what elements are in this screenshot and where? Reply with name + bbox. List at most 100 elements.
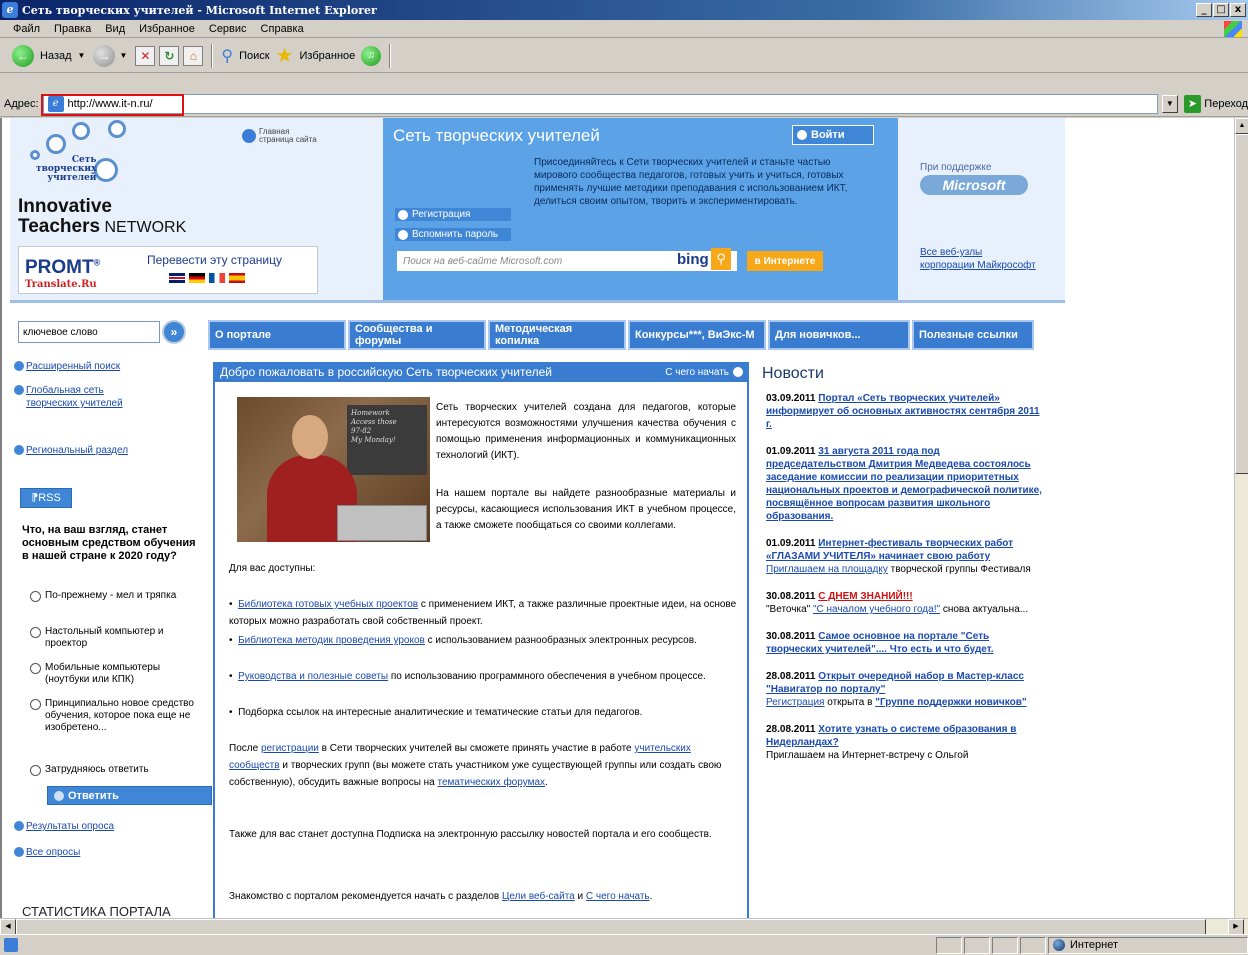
horizontal-scrollbar[interactable]: ◀ ▶ [0, 918, 1248, 935]
translate-page-link[interactable]: Перевести эту страницу [147, 253, 282, 267]
global-network-link[interactable]: Глобальная сеть творческих учителей [14, 384, 123, 410]
security-zone[interactable]: Интернет [1048, 936, 1248, 954]
favorites-star-icon[interactable]: ★ [276, 43, 294, 68]
uk-flag-icon[interactable] [169, 273, 185, 283]
guides-link[interactable]: Руководства и полезные советы [238, 671, 388, 682]
radio-button[interactable] [30, 627, 41, 638]
start-arrow-icon [733, 367, 743, 377]
german-flag-icon[interactable] [189, 273, 205, 283]
all-microsoft-sites-link[interactable]: Все веб-узлы корпорации Майкрософт [920, 246, 1036, 272]
menu-file[interactable]: Файл [6, 23, 47, 35]
news-link[interactable]: С ДНЕМ ЗНАНИЙ!!! [818, 591, 912, 602]
microsoft-logo[interactable]: Microsoft [920, 175, 1028, 195]
windows-flag-icon [1224, 20, 1242, 37]
search-label[interactable]: Поиск [239, 50, 269, 62]
address-input[interactable]: e http://www.it-n.ru/ [40, 93, 1158, 116]
advanced-search-link[interactable]: Расширенный поиск [14, 360, 121, 373]
rss-button[interactable]: ⁋RSS [20, 488, 72, 508]
poll-option[interactable]: Настольный компьютер и проектор [30, 626, 195, 650]
poll-option[interactable]: Принципиально новое средство обучения, к… [30, 698, 195, 734]
projects-library-link[interactable]: Библиотека готовых учебных проектов [238, 599, 418, 610]
poll-results-link[interactable]: Результаты опроса [14, 820, 114, 833]
recommend-text: и [574, 891, 586, 902]
menu-edit[interactable]: Правка [47, 23, 98, 35]
search-go-icon[interactable]: » [162, 320, 186, 344]
page-viewport: Сеть творческих учителей Innovative Teac… [0, 118, 1234, 918]
nav-tab-methods[interactable]: Методическая копилка [488, 320, 626, 350]
stop-icon[interactable]: ✕ [135, 45, 156, 66]
forgot-password-link[interactable]: Вспомнить пароль [395, 228, 511, 241]
radio-button[interactable] [30, 699, 41, 710]
menu-favorites[interactable]: Избранное [132, 23, 202, 35]
go-arrow-icon[interactable]: ➤ [1183, 94, 1202, 113]
news-sub-link[interactable]: Приглашаем на площадку [766, 564, 888, 575]
news-item: 30.08.2011 Самое основное на портале "Се… [766, 630, 1042, 656]
nav-tab-newbies[interactable]: Для новичков... [768, 320, 910, 350]
radio-button[interactable] [30, 591, 41, 602]
vertical-scroll-thumb[interactable] [1235, 134, 1248, 474]
address-dropdown-icon[interactable]: ▼ [1161, 94, 1178, 113]
home-page-link[interactable]: Главная страница сайта [242, 128, 317, 144]
minimize-button[interactable]: _ [1196, 3, 1212, 17]
forward-arrow-icon[interactable]: → [93, 44, 116, 67]
scroll-right-icon[interactable]: ▶ [1228, 919, 1244, 935]
scroll-up-icon[interactable]: ▲ [1235, 118, 1248, 134]
menu-help[interactable]: Справка [254, 23, 311, 35]
news-sub-link[interactable]: "С началом учебного года!" [813, 604, 940, 615]
bing-search-icon[interactable]: ⚲ [711, 248, 731, 270]
microsoft-search-input[interactable]: Поиск на веб-сайте Microsoft.com bing [397, 251, 737, 271]
news-link[interactable]: 31 августа 2011 года под председательств… [766, 446, 1042, 522]
poll-option[interactable]: По-прежнему - мел и тряпка [30, 590, 195, 602]
menu-tools[interactable]: Сервис [202, 23, 254, 35]
poll-submit-button[interactable]: Ответить [47, 786, 212, 805]
search-icon[interactable]: ⚲ [221, 46, 233, 66]
news-date: 30.08.2011 [766, 591, 816, 602]
spanish-flag-icon[interactable] [229, 273, 245, 283]
nav-tab-about[interactable]: О портале [208, 320, 346, 350]
site-goals-link[interactable]: Цели веб-сайта [502, 891, 575, 902]
advanced-search-label: Расширенный поиск [26, 361, 121, 372]
forward-dropdown-icon[interactable]: ▼ [119, 51, 127, 60]
french-flag-icon[interactable] [209, 273, 225, 283]
horizontal-scroll-thumb[interactable] [16, 919, 1206, 935]
keyword-search-input[interactable] [18, 321, 160, 343]
maximize-button[interactable]: □ [1213, 3, 1229, 17]
site-description: Присоединяйтесь к Сети творческих учител… [534, 157, 848, 207]
scroll-left-icon[interactable]: ◀ [0, 919, 16, 935]
vertical-scrollbar[interactable]: ▲ [1234, 118, 1248, 918]
back-label[interactable]: Назад [40, 50, 72, 62]
poll-option[interactable]: Мобильные компьютеры (ноутбуки или КПК) [30, 662, 195, 686]
register-link[interactable]: Регистрация [395, 208, 511, 221]
go-button[interactable]: Переход [1204, 98, 1248, 110]
regional-section-link[interactable]: Региональный раздел [14, 444, 128, 457]
radio-button[interactable] [30, 663, 41, 674]
feature-bullet: • Библиотека готовых учебных проектов с … [229, 599, 737, 627]
all-polls-link[interactable]: Все опросы [14, 846, 80, 859]
forgot-arrow-icon [398, 229, 408, 240]
poll-option[interactable]: Затрудняюсь ответить [30, 764, 195, 776]
media-icon[interactable]: ♫ [361, 45, 382, 66]
news-item: 28.08.2011 Открыт очередной набор в Маст… [766, 670, 1042, 709]
nav-tab-useful-links[interactable]: Полезные ссылки [912, 320, 1034, 350]
news-item: 01.09.2011 Интернет-фестиваль творческих… [766, 537, 1042, 576]
radio-button[interactable] [30, 765, 41, 776]
refresh-icon[interactable]: ↻ [159, 45, 180, 66]
back-dropdown-icon[interactable]: ▼ [78, 51, 86, 60]
home-icon[interactable]: ⌂ [183, 45, 204, 66]
start-here-link-2[interactable]: С чего начать [586, 891, 650, 902]
favorites-label[interactable]: Избранное [300, 50, 356, 62]
start-here-link[interactable]: С чего начать [665, 367, 743, 378]
forums-link[interactable]: тематических форумах [438, 777, 546, 788]
close-button[interactable]: x [1230, 3, 1246, 17]
login-button[interactable]: Войти [792, 125, 874, 145]
nav-tab-contests[interactable]: Конкурсы***, ВиЭкс-М [628, 320, 766, 350]
nav-tab-communities[interactable]: Сообщества и форумы [348, 320, 486, 350]
promt-translate-box[interactable]: PROMT® Translate.Ru Перевести эту страни… [18, 246, 318, 294]
back-arrow-icon[interactable]: ← [12, 44, 34, 67]
registration-link[interactable]: регистрации [261, 743, 319, 754]
lessons-library-link[interactable]: Библиотека методик проведения уроков [238, 635, 425, 646]
internet-search-button[interactable]: в Интернете [747, 251, 823, 271]
menu-view[interactable]: Вид [98, 23, 132, 35]
news-sub-link[interactable]: Регистрация [766, 697, 824, 708]
news-sub-link[interactable]: "Группе поддержки новичков" [875, 697, 1026, 708]
